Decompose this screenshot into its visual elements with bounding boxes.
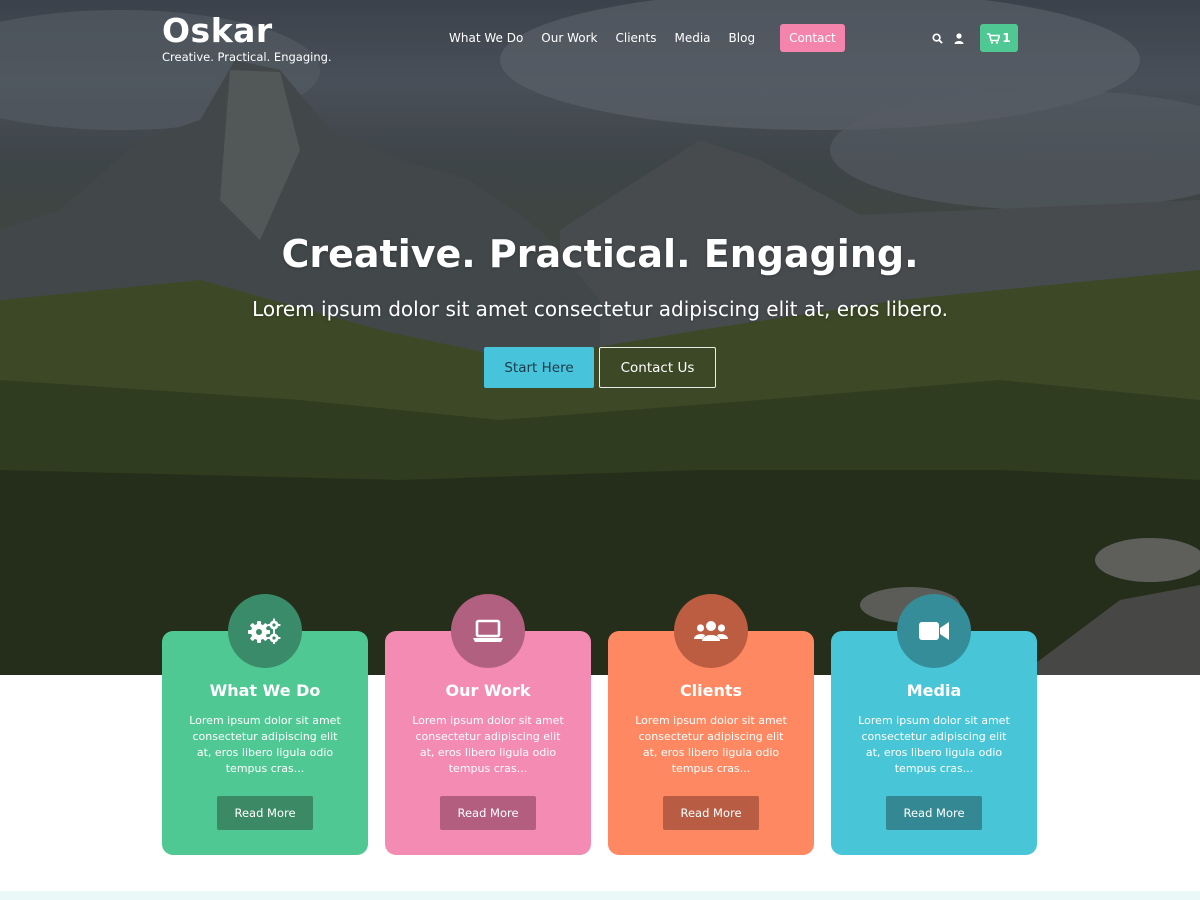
next-section-strip [0,891,1200,900]
feature-card-clients: Clients Lorem ipsum dolor sit amet conse… [608,594,814,855]
site-tagline: Creative. Practical. Engaging. [162,50,332,64]
nav-item-clients[interactable]: Clients [606,24,665,52]
cart-icon [987,32,1001,44]
gears-icon [228,594,302,668]
card-description: Lorem ipsum dolor sit amet consectetur a… [635,714,787,775]
card-title: What We Do [209,681,321,700]
hero-overlay [0,0,1200,675]
start-here-button[interactable]: Start Here [484,347,594,388]
search-icon[interactable] [926,24,948,52]
brand[interactable]: Oskar Creative. Practical. Engaging. [162,12,332,65]
hero-title: Creative. Practical. Engaging. [281,232,919,276]
read-more-button[interactable]: Read More [663,796,759,830]
hero-banner [0,0,1200,675]
card-title: Media [906,681,962,700]
card-title: Clients [679,681,743,700]
contact-us-button[interactable]: Contact Us [599,347,716,388]
nav-item-blog[interactable]: Blog [720,24,765,52]
cart-button[interactable]: 1 [980,24,1018,52]
nav-item-what-we-do[interactable]: What We Do [440,24,532,52]
nav-item-our-work[interactable]: Our Work [532,24,606,52]
feature-card-what-we-do: What We Do Lorem ipsum dolor sit amet co… [162,594,368,855]
card-description: Lorem ipsum dolor sit amet consectetur a… [858,714,1010,775]
video-camera-icon [897,594,971,668]
card-description: Lorem ipsum dolor sit amet consectetur a… [189,714,341,775]
feature-card-our-work: Our Work Lorem ipsum dolor sit amet cons… [385,594,591,855]
header-tools: 1 [926,24,1018,52]
card-title: Our Work [445,681,531,700]
read-more-button[interactable]: Read More [886,796,982,830]
read-more-button[interactable]: Read More [440,796,536,830]
laptop-icon [451,594,525,668]
user-icon[interactable] [948,24,970,52]
hero-subtitle: Lorem ipsum dolor sit amet consectetur a… [252,297,948,321]
site-logo-text[interactable]: Oskar [162,12,332,50]
feature-card-media: Media Lorem ipsum dolor sit amet consect… [831,594,1037,855]
users-icon [674,594,748,668]
main-navigation: What We Do Our Work Clients Media Blog C… [440,24,845,52]
cart-count: 1 [1002,31,1011,45]
card-description: Lorem ipsum dolor sit amet consectetur a… [412,714,564,775]
nav-item-media[interactable]: Media [665,24,719,52]
nav-contact-button[interactable]: Contact [780,24,845,52]
read-more-button[interactable]: Read More [217,796,313,830]
